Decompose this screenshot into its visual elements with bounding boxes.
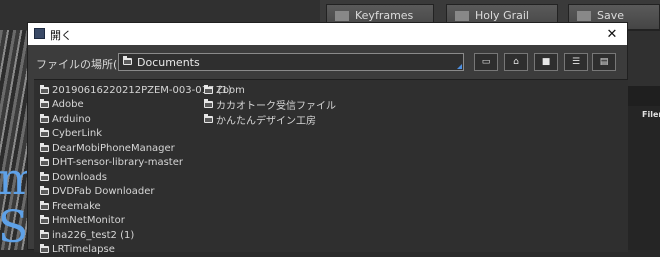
list-item-label: DVDFab Downloader <box>52 186 155 197</box>
save-label: Save <box>597 9 625 22</box>
list-item-label: Arduino <box>52 113 91 125</box>
list-item[interactable]: Zoom <box>204 83 245 97</box>
list-item-label: HmNetMonitor <box>52 215 125 226</box>
list-item-label: カカオトーク受信ファイル <box>216 101 336 112</box>
desktop-icon: ■ <box>541 56 551 67</box>
list-item[interactable]: HmNetMonitor <box>40 214 125 228</box>
list-item[interactable]: カカオトーク受信ファイル <box>204 98 336 112</box>
folder-icon <box>204 113 213 123</box>
up-folder-button[interactable]: ▭ <box>474 53 498 71</box>
location-label: ファイルの場所(I): <box>36 58 129 71</box>
list-item[interactable]: DVDFab Downloader <box>40 185 155 199</box>
folder-icon <box>40 157 49 166</box>
list-item-label: DearMobiPhoneManager <box>52 142 175 154</box>
file-list[interactable]: 20190616220212PZEM-003-017 (1) Adobe Ard… <box>34 79 628 255</box>
up-folder-icon: ▭ <box>481 56 491 67</box>
home-icon: ⌂ <box>513 56 519 67</box>
background-right-strip <box>628 86 660 106</box>
desktop-button[interactable]: ■ <box>534 53 558 71</box>
holy-grail-icon <box>455 11 469 21</box>
list-item-label: Adobe <box>52 99 84 110</box>
list-view-button[interactable]: ☰ <box>564 53 588 71</box>
dialog-titlebar[interactable]: 開く ✕ <box>28 23 627 45</box>
list-item[interactable]: Arduino <box>40 112 91 126</box>
list-item[interactable]: ina226_test2 (1) <box>40 228 134 242</box>
list-item-label: Freemake <box>52 200 101 212</box>
location-input[interactable] <box>137 54 457 70</box>
list-item[interactable]: CyberLink <box>40 127 102 141</box>
folder-icon <box>204 84 213 94</box>
app-icon <box>34 28 45 39</box>
keyframes-label: Keyframes <box>355 9 414 22</box>
folder-icon <box>40 113 49 123</box>
save-arrow-icon <box>577 11 591 21</box>
folder-icon <box>204 99 213 108</box>
details-view-icon: ▤ <box>599 56 609 67</box>
folder-icon <box>40 142 49 152</box>
folder-icon <box>40 200 49 210</box>
details-view-button[interactable]: ▤ <box>592 53 616 71</box>
list-item-label: CyberLink <box>52 128 102 139</box>
list-item-label: ina226_test2 (1) <box>52 229 135 241</box>
list-item-label: かんたんデザイン工房 <box>216 115 316 127</box>
home-button[interactable]: ⌂ <box>504 53 528 71</box>
list-item[interactable]: 20190616220212PZEM-003-017 (1) <box>40 83 232 97</box>
folder-icon <box>40 99 49 108</box>
close-button[interactable]: ✕ <box>597 23 627 45</box>
list-item[interactable]: Adobe <box>40 98 84 112</box>
dialog-title: 開く <box>50 29 72 42</box>
list-item[interactable]: Freemake <box>40 199 101 213</box>
background-photo-text-2: S <box>0 202 29 253</box>
location-combobox[interactable] <box>118 53 464 71</box>
dropdown-corner-icon <box>457 64 462 69</box>
folder-icon <box>123 56 132 65</box>
list-item-label: Downloads <box>52 171 107 183</box>
folder-icon <box>40 171 49 181</box>
list-item-label: Zoom <box>216 84 245 96</box>
list-view-icon: ☰ <box>571 56 581 67</box>
folder-icon <box>40 128 49 137</box>
holy-grail-label: Holy Grail <box>475 9 529 22</box>
keyframes-icon <box>335 11 349 21</box>
list-item[interactable]: DHT-sensor-library-master <box>40 156 183 170</box>
background-right-label: Filer <box>642 110 660 119</box>
list-item[interactable]: DearMobiPhoneManager <box>40 141 175 155</box>
folder-icon <box>40 84 49 94</box>
list-item-label: DHT-sensor-library-master <box>52 157 183 168</box>
folder-icon <box>40 215 49 224</box>
folder-icon <box>40 186 49 195</box>
folder-icon <box>40 229 49 239</box>
list-item[interactable]: かんたんデザイン工房 <box>204 112 316 127</box>
open-file-dialog: 開く ✕ ファイルの場所(I): ▭ ⌂ ■ ☰ ▤ 2019061622021… <box>27 22 628 255</box>
list-item[interactable]: Downloads <box>40 170 107 184</box>
